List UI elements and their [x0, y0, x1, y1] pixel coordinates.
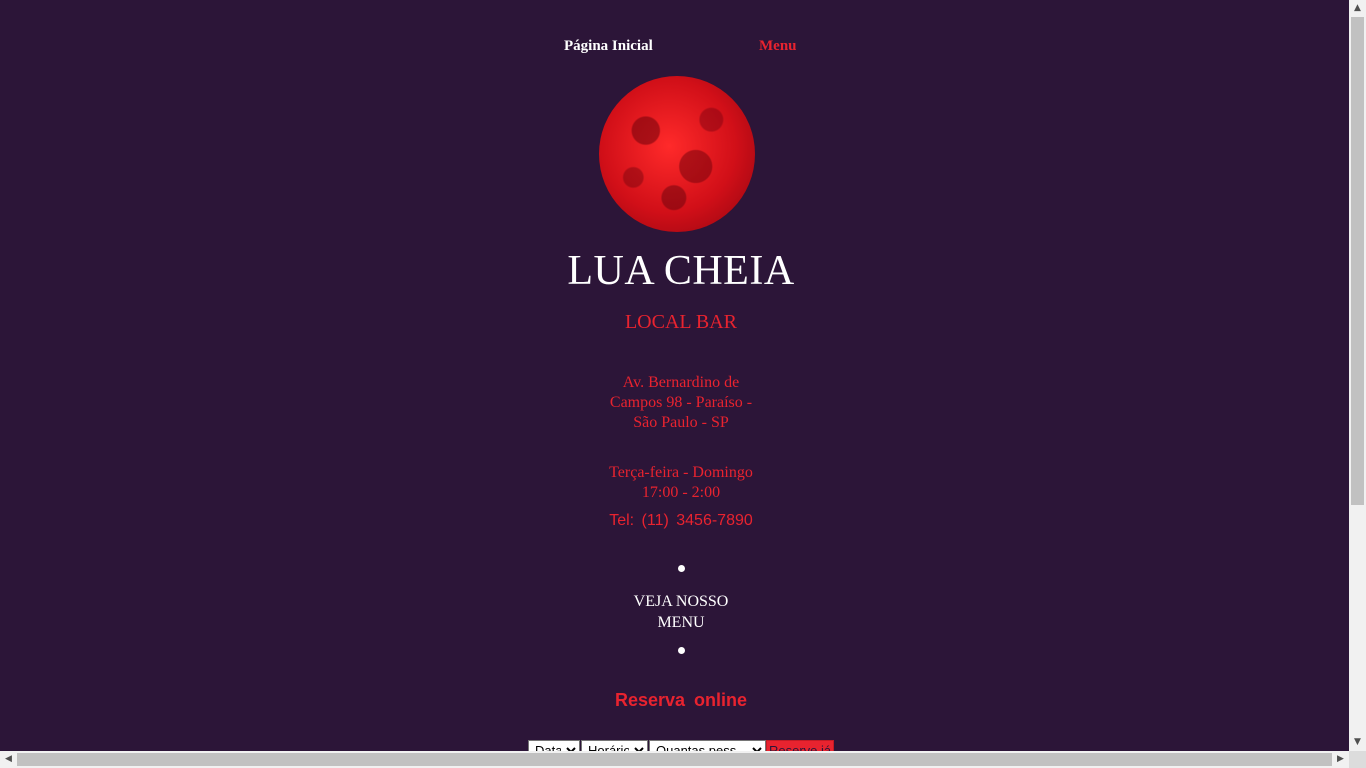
phone-number: Tel: (11) 3456-7890	[609, 512, 753, 529]
opening-time: 17:00 - 2:00	[641, 484, 721, 501]
brand-subtitle: LOCAL BAR	[624, 311, 738, 333]
bullet-icon	[678, 565, 685, 572]
horizontal-scroll-thumb[interactable]	[17, 753, 1332, 766]
scroll-up-icon[interactable]: ▲	[1349, 0, 1366, 17]
brand-title: LUA CHEIA	[567, 248, 795, 294]
page: Página Inicial Menu LUA CHEIA LOCAL BAR …	[0, 0, 1349, 751]
vertical-scroll-thumb[interactable]	[1351, 17, 1364, 505]
nav-menu-link[interactable]: Menu	[759, 38, 797, 55]
vertical-scrollbar[interactable]: ▲ ▼	[1349, 0, 1366, 751]
date-select[interactable]: Data	[528, 740, 580, 751]
opening-hours: Terça-feira - Domingo 17:00 - 2:00	[0, 463, 1349, 503]
opening-days: Terça-feira - Domingo	[609, 464, 753, 481]
reserve-button[interactable]: Reserve já	[766, 740, 834, 751]
horizontal-scrollbar[interactable]: ◀ ▶	[0, 751, 1349, 768]
top-nav: Página Inicial Menu	[0, 38, 1349, 58]
reservation-title: Reserva online	[614, 690, 748, 710]
scroll-right-icon[interactable]: ▶	[1332, 751, 1349, 768]
nav-home-link[interactable]: Página Inicial	[564, 38, 653, 55]
bullet-icon	[678, 647, 685, 654]
people-select[interactable]: Quantas pess	[649, 740, 766, 751]
address-text: Av. Bernardino de Campos 98 - Paraíso - …	[609, 374, 753, 431]
see-menu-link[interactable]: VEJA NOSSO MENU	[621, 591, 741, 633]
red-moon-icon	[599, 76, 755, 232]
scroll-down-icon[interactable]: ▼	[1349, 734, 1366, 751]
time-select[interactable]: Horário	[581, 740, 648, 751]
scrollbar-corner	[1349, 751, 1366, 768]
scroll-left-icon[interactable]: ◀	[0, 751, 17, 768]
